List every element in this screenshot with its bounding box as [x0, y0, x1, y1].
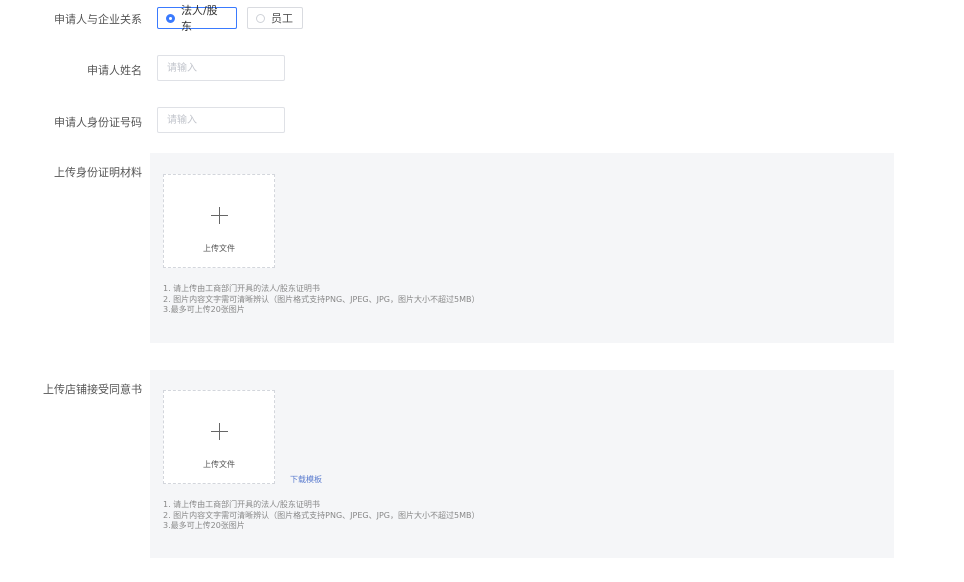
- note-line: 3.最多可上传20张图片: [163, 521, 245, 530]
- id-upload-button[interactable]: 上传文件: [163, 174, 275, 268]
- upload-button-label: 上传文件: [203, 460, 235, 469]
- radio-legal-person[interactable]: 法人/股东: [157, 4, 237, 33]
- note-line: 2. 图片内容文字需可清晰辨认（图片格式支持PNG、JPEG、JPG，图片大小不…: [163, 510, 480, 520]
- consent-upload-button[interactable]: 上传文件: [163, 390, 275, 484]
- id-upload-label: 上传身份证明材料: [54, 166, 142, 179]
- radio-checked-icon: [166, 13, 175, 23]
- id-upload-notes: 1. 请上传由工商部门开具的法人/股东证明书 2. 图片内容文字需可清晰辨认（图…: [163, 284, 479, 316]
- id-upload-panel: 上传文件 1. 请上传由工商部门开具的法人/股东证明书 2. 图片内容文字需可清…: [150, 153, 894, 343]
- plus-icon: [211, 207, 228, 224]
- download-template-link[interactable]: 下载模板: [290, 474, 322, 485]
- note-line: 3.最多可上传20张图片: [163, 305, 245, 314]
- consent-upload-label: 上传店铺接受同意书: [43, 383, 142, 396]
- note-line: 1. 请上传由工商部门开具的法人/股东证明书: [163, 284, 320, 293]
- id-number-input[interactable]: [157, 107, 285, 133]
- consent-upload-panel: 上传文件 下载模板 1. 请上传由工商部门开具的法人/股东证明书 2. 图片内容…: [150, 370, 894, 558]
- relation-label: 申请人与企业关系: [54, 13, 142, 26]
- consent-upload-notes: 1. 请上传由工商部门开具的法人/股东证明书 2. 图片内容文字需可清晰辨认（图…: [163, 500, 479, 532]
- plus-icon: [211, 423, 228, 440]
- id-number-label: 申请人身份证号码: [54, 116, 142, 129]
- application-form: 申请人与企业关系 法人/股东 员工 申请人姓名 申请人身份证号码 上传身份证明材…: [0, 0, 964, 582]
- name-label: 申请人姓名: [87, 64, 142, 77]
- name-input[interactable]: [157, 55, 285, 81]
- note-line: 1. 请上传由工商部门开具的法人/股东证明书: [163, 500, 320, 509]
- upload-button-label: 上传文件: [203, 244, 235, 253]
- radio-label-legal-person: 法人/股东: [180, 4, 218, 33]
- radio-label-employee: 员工: [271, 12, 293, 25]
- radio-unchecked-icon: [256, 13, 265, 23]
- note-line: 2. 图片内容文字需可清晰辨认（图片格式支持PNG、JPEG、JPG，图片大小不…: [163, 294, 480, 304]
- radio-employee[interactable]: 员工: [247, 7, 303, 29]
